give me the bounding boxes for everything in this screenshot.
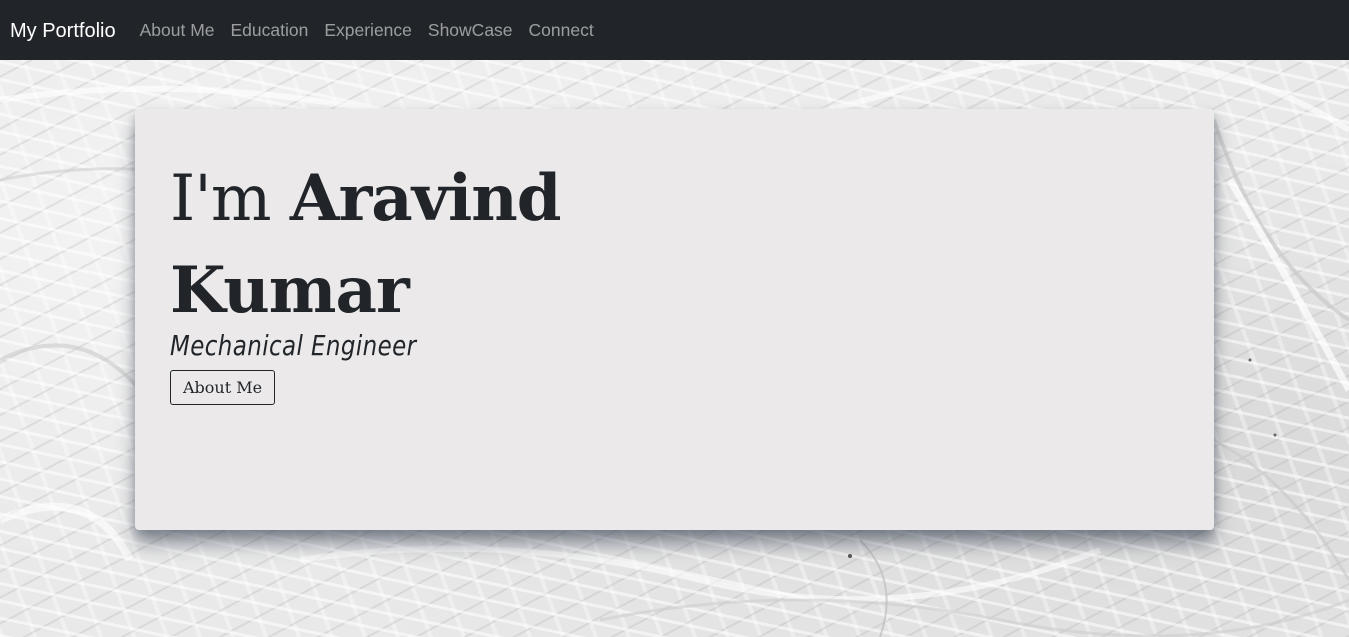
nav-link-connect[interactable]: Connect: [521, 20, 602, 41]
hero-subtitle: Mechanical Engineer: [170, 329, 417, 362]
nav-links: About Me Education Experience ShowCase C…: [140, 20, 602, 41]
nav-link-education[interactable]: Education: [223, 20, 317, 41]
top-navbar: My Portfolio About Me Education Experien…: [0, 0, 1349, 60]
nav-link-experience[interactable]: Experience: [316, 20, 420, 41]
hero-intro: I'm: [170, 162, 272, 236]
nav-link-showcase[interactable]: ShowCase: [420, 20, 521, 41]
hero-card: I'm Aravind Kumar Mechanical Engineer Ab…: [135, 109, 1214, 530]
brand-link[interactable]: My Portfolio: [10, 20, 116, 43]
about-me-button[interactable]: About Me: [170, 370, 276, 405]
hero-headline: I'm Aravind Kumar: [170, 153, 590, 337]
nav-link-about-me[interactable]: About Me: [140, 20, 223, 41]
